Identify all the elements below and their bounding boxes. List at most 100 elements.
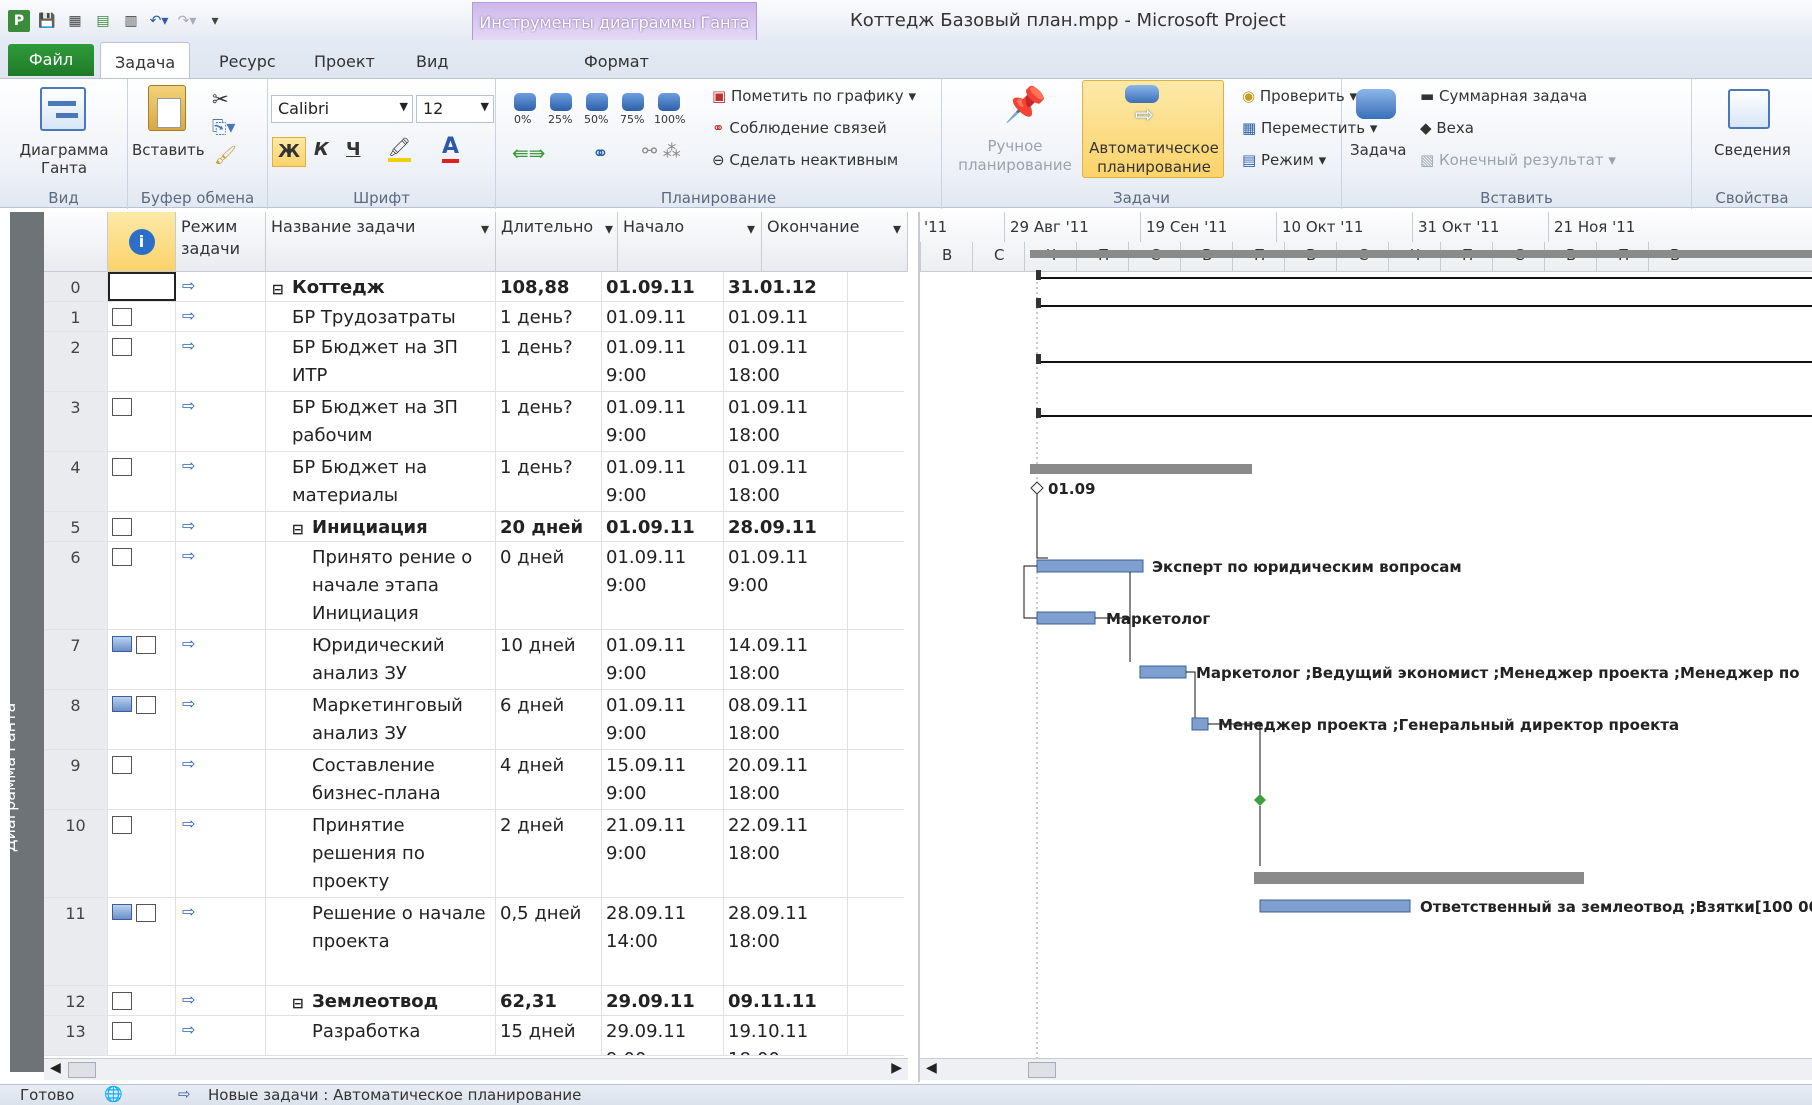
tab-view[interactable]: Вид: [402, 48, 462, 78]
font-size-select[interactable]: 12 ▼: [416, 95, 494, 123]
mark-on-track-button[interactable]: ▣ Пометить по графику ▾: [712, 87, 916, 105]
header-task-name[interactable]: Название задачи ▾: [266, 212, 496, 272]
finish-cell[interactable]: 19.10.11 18:00: [724, 1016, 848, 1055]
task-bar-start[interactable]: [1036, 270, 1041, 280]
row-id-cell[interactable]: 13: [44, 1016, 108, 1055]
unlink-icon[interactable]: ⚯ ⁂: [642, 141, 681, 162]
collapse-icon[interactable]: ⊟: [272, 276, 284, 301]
task-mode-cell[interactable]: ⇨: [176, 750, 266, 809]
table-row[interactable]: 10 ⇨ Принятие решения по проекту 2 дней 21.0…: [44, 810, 904, 898]
indicator-cell[interactable]: [108, 392, 176, 451]
start-cell[interactable]: 01.09.11 9:00: [602, 542, 724, 629]
gantt-scroll-left-icon[interactable]: ◀: [926, 1060, 937, 1076]
table-row[interactable]: 0 ⇨ ⊟ Коттедж 108,88 дне01.09.11 9:0031.01.1…: [44, 272, 904, 302]
duration-cell[interactable]: 62,31 дней: [496, 986, 602, 1015]
task-name-cell[interactable]: Разработка: [266, 1016, 496, 1055]
start-cell[interactable]: 01.09.11 9:00: [602, 302, 724, 331]
table-row[interactable]: 8 ⇨ Маркетинговый анализ ЗУ 6 дней 01.09.11 …: [44, 690, 904, 750]
print-icon[interactable]: ▦: [64, 10, 86, 32]
summary-task-button[interactable]: ▬ Суммарная задача: [1420, 87, 1587, 105]
duration-cell[interactable]: 4 дней: [496, 750, 602, 809]
task-name-cell[interactable]: Решение о начале проекта: [266, 898, 496, 985]
duration-cell[interactable]: 1 день?: [496, 452, 602, 511]
milestone-marker[interactable]: [1030, 481, 1044, 495]
start-cell[interactable]: 01.09.11 9:00: [602, 630, 724, 689]
indicator-cell[interactable]: [108, 542, 176, 629]
duration-cell[interactable]: 6 дней: [496, 690, 602, 749]
open-icon[interactable]: ▤: [92, 10, 114, 32]
task-name-cell[interactable]: БР Бюджет на материалы: [266, 452, 496, 511]
indicator-cell[interactable]: [108, 630, 176, 689]
finish-cell[interactable]: 01.09.11 9:00: [724, 542, 848, 629]
task-mode-cell[interactable]: ⇨: [176, 392, 266, 451]
pct0-icon[interactable]: [514, 93, 536, 111]
task-name-cell[interactable]: БР Бюджет на ЗП рабочим: [266, 392, 496, 451]
finish-cell[interactable]: 01.09.11 18:00: [724, 302, 848, 331]
pct50-icon[interactable]: [586, 93, 608, 111]
start-cell[interactable]: 01.09.11 9:00: [602, 690, 724, 749]
bold-button[interactable]: Ж: [272, 137, 306, 167]
deliverable-button[interactable]: ▧ Конечный результат ▾: [1420, 151, 1616, 169]
task-name-cell[interactable]: Маркетинговый анализ ЗУ: [266, 690, 496, 749]
indicator-cell[interactable]: [108, 986, 176, 1015]
table-row[interactable]: 2 ⇨ БР Бюджет на ЗП ИТР 1 день? 01.09.11 9:0…: [44, 332, 904, 392]
task-mode-cell[interactable]: ⇨: [176, 898, 266, 985]
row-id-cell[interactable]: 3: [44, 392, 108, 451]
tab-format[interactable]: Формат: [570, 48, 663, 78]
table-scroll-thumb[interactable]: [68, 1062, 96, 1078]
outdent-icon[interactable]: ⇚⇛: [512, 141, 546, 165]
tab-project[interactable]: Проект: [300, 48, 389, 78]
row-id-cell[interactable]: 0: [44, 272, 108, 301]
task-mode-cell[interactable]: ⇨: [176, 542, 266, 629]
manual-schedule-icon[interactable]: 📌: [1004, 85, 1046, 125]
gantt-horizontal-scrollbar[interactable]: ◀: [920, 1058, 1812, 1080]
italic-button[interactable]: К: [314, 139, 329, 160]
task-mode-cell[interactable]: ⇨: [176, 302, 266, 331]
redo-icon[interactable]: ↷▾: [176, 10, 198, 32]
finish-cell[interactable]: 01.09.11 18:00: [724, 332, 848, 391]
indicator-cell[interactable]: [108, 898, 176, 985]
table-row[interactable]: 13 ⇨ Разработка 15 дней29.09.11 9:0019.10.1…: [44, 1016, 904, 1056]
task-mode-cell[interactable]: ⇨: [176, 630, 266, 689]
duration-cell[interactable]: 1 день?: [496, 302, 602, 331]
task-bar-start[interactable]: [1036, 408, 1041, 418]
finish-cell[interactable]: 14.09.11 18:00: [724, 630, 848, 689]
task-bar-10[interactable]: [1191, 717, 1209, 731]
header-finish-dropdown-icon[interactable]: ▾: [893, 218, 901, 240]
start-cell[interactable]: 01.09.11 9:00: [602, 332, 724, 391]
task-bar-7[interactable]: [1036, 559, 1144, 573]
indicator-cell[interactable]: [108, 690, 176, 749]
table-row[interactable]: 1 ⇨ БР Трудозатраты 1 день?01.09.11 9:0001.…: [44, 302, 904, 332]
summary-bar-initiation[interactable]: [1030, 464, 1252, 474]
task-name-cell[interactable]: БР Трудозатраты: [266, 302, 496, 331]
finish-cell[interactable]: 28.09.11 18:00: [724, 512, 848, 541]
link-line[interactable]: [1186, 671, 1196, 722]
row-id-cell[interactable]: 6: [44, 542, 108, 629]
start-cell[interactable]: 15.09.11 9:00: [602, 750, 724, 809]
tab-resource[interactable]: Ресурс: [205, 48, 290, 78]
indicator-cell[interactable]: [108, 302, 176, 331]
summary-bar-landallot[interactable]: [1254, 872, 1584, 884]
task-name-cell[interactable]: Юридический анализ ЗУ: [266, 630, 496, 689]
header-duration[interactable]: Длительно ▾: [496, 212, 618, 272]
row-id-cell[interactable]: 11: [44, 898, 108, 985]
task-name-cell[interactable]: ⊟ Инициация: [266, 512, 496, 541]
inactivate-button[interactable]: ⊖ Сделать неактивным: [712, 151, 898, 169]
row-id-cell[interactable]: 10: [44, 810, 108, 897]
tab-task[interactable]: Задача: [100, 42, 191, 78]
task-name-cell[interactable]: Принято рение о начале этапа Инициация: [266, 542, 496, 629]
mode-button[interactable]: ▤ Режим ▾: [1242, 151, 1326, 169]
table-row[interactable]: 4 ⇨ БР Бюджет на материалы 1 день? 01.09.11 …: [44, 452, 904, 512]
auto-schedule-button[interactable]: ⇨ Автоматическое планирование: [1082, 80, 1224, 178]
insert-task-icon[interactable]: [1356, 89, 1396, 119]
highlight-color-icon[interactable]: 🖍: [388, 137, 411, 162]
table-row[interactable]: 6 ⇨ Принято рение о начале этапа Инициация…: [44, 542, 904, 630]
indicator-cell[interactable]: [108, 1016, 176, 1055]
duration-cell[interactable]: 10 дней: [496, 630, 602, 689]
task-mode-cell[interactable]: ⇨: [176, 452, 266, 511]
paste-button[interactable]: Вставить: [132, 141, 205, 159]
task-info-button[interactable]: Сведения: [1714, 141, 1791, 159]
start-cell[interactable]: 29.09.11 9:00: [602, 1016, 724, 1055]
duration-cell[interactable]: 108,88 дне: [496, 272, 602, 301]
milestone-button[interactable]: ◆ Веха: [1420, 119, 1474, 137]
